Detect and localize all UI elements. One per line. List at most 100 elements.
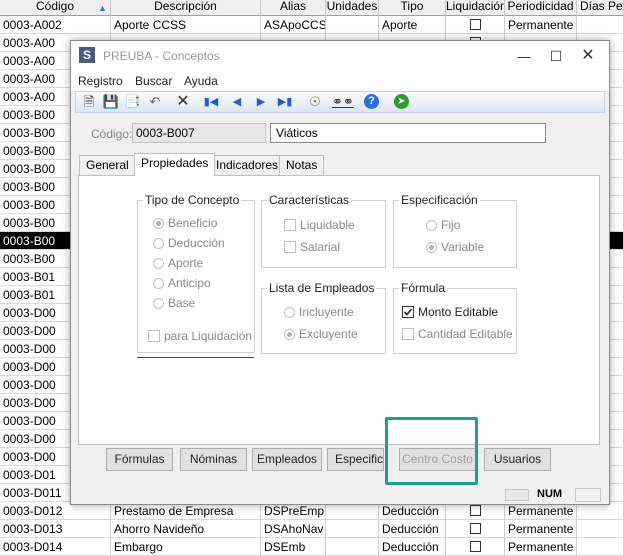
empleados-button[interactable]: Empleados <box>252 448 322 471</box>
column-header-label: Código <box>35 0 75 13</box>
table-row[interactable]: 0003-A002Aporte CCSSASApoCCSS Aporte Perma… <box>0 16 624 34</box>
title-bar[interactable]: S PREUBA - Conceptos — ☐ ✕ <box>71 41 609 71</box>
checkbox-liquidable[interactable]: Liquidable <box>284 218 355 232</box>
alias-cell: DSAhoNav <box>261 520 326 538</box>
radio-excluyente[interactable]: Excluyente <box>284 327 358 341</box>
radio-label: Deducción <box>168 236 225 250</box>
radio-selected-icon <box>426 242 437 253</box>
hierarchy-icon[interactable]: ☉ <box>306 94 324 110</box>
checkbox-icon <box>148 330 160 342</box>
column-header-liquidacion[interactable]: Liquidación <box>446 0 505 16</box>
new-document-icon[interactable]: 🗎 <box>80 94 98 110</box>
caracteristicas-group: Características Liquidable Salarial <box>261 193 386 268</box>
radio-label: Base <box>168 296 196 310</box>
checkbox-salarial[interactable]: Salarial <box>284 240 340 254</box>
checkbox-monto-editable[interactable]: Monto Editable <box>402 305 498 319</box>
empty-cell <box>326 520 379 538</box>
highlight-box <box>385 417 478 485</box>
tipo-cell: Aporte <box>379 16 446 34</box>
code-cell: 0003-D014 <box>0 538 111 556</box>
tipo-concepto-group: Tipo de Concepto Beneficio Deducción Apo… <box>137 193 255 353</box>
radio-label: Beneficio <box>168 216 218 230</box>
group-divider <box>137 357 254 358</box>
tab-notas[interactable]: Notas <box>279 155 325 175</box>
codigo-field[interactable]: 0003-B007 <box>132 123 266 143</box>
liquidacion-checkbox[interactable] <box>470 541 481 552</box>
desc-cell: Aporte CCSS <box>111 16 261 34</box>
radio-icon <box>153 258 164 269</box>
radio-label: Excluyente <box>299 327 358 341</box>
save-copy-icon[interactable]: 📑 <box>124 94 142 110</box>
close-icon[interactable]: ✕ <box>573 45 603 67</box>
status-caps-indicator <box>505 489 529 501</box>
maximize-icon[interactable]: ☐ <box>541 45 571 67</box>
tipo-concepto-legend: Tipo de Concepto <box>143 193 242 207</box>
previous-record-icon[interactable]: ◀ <box>228 94 246 110</box>
menu-ayuda[interactable]: Ayuda <box>184 74 218 88</box>
radio-anticipo[interactable]: Anticipo <box>153 276 211 290</box>
especificar-button[interactable]: Especificar <box>327 448 384 471</box>
usuarios-button[interactable]: Usuarios <box>484 448 551 471</box>
save-icon[interactable]: 💾 <box>102 94 120 110</box>
liquidacion-checkbox[interactable] <box>470 19 481 30</box>
radio-label: Fijo <box>441 218 461 232</box>
checkbox-cantidad-editable[interactable]: Cantidad Editable <box>402 327 513 341</box>
checkbox-label: Cantidad Editable <box>418 327 513 341</box>
delete-icon[interactable]: ✕ <box>174 94 192 110</box>
tipo-cell: Deducción <box>379 520 446 538</box>
checkbox-label: para Liquidación <box>164 329 253 343</box>
next-record-icon[interactable]: ▶ <box>252 94 270 110</box>
checkbox-label: Monto Editable <box>418 305 499 319</box>
liquidacion-checkbox[interactable] <box>470 505 481 516</box>
column-header-tipo[interactable]: Tipo <box>379 0 446 16</box>
formulas-button[interactable]: Fórmulas <box>106 448 173 471</box>
tipo-cell: Deducción <box>379 538 446 556</box>
search-binoculars-icon[interactable]: ⚭⚭ <box>332 94 354 110</box>
table-row[interactable]: 0003-D013 Ahorro Navideño DSAhoNav Deducció… <box>0 520 624 538</box>
undo-icon[interactable]: ↶ <box>146 94 164 110</box>
radio-icon <box>153 238 164 249</box>
column-header-codigo[interactable]: Código ▲ <box>0 0 111 16</box>
radio-selected-icon <box>153 218 164 229</box>
radio-label: Variable <box>441 240 485 254</box>
tab-indicadores[interactable]: Indicadores <box>209 155 286 175</box>
radio-selected-icon <box>284 329 295 340</box>
checkbox-para-liquidacion[interactable]: para Liquidación <box>148 329 252 343</box>
nominas-button[interactable]: Nóminas <box>180 448 247 471</box>
minimize-icon[interactable]: — <box>509 45 539 67</box>
radio-base[interactable]: Base <box>153 296 195 310</box>
last-record-icon[interactable]: ▶▮ <box>276 94 294 110</box>
toolbar: 🗎 💾 📑 ↶ ✕ ▮◀ ◀ ▶ ▶▮ ☉ ⚭⚭ ? ➤ <box>75 91 605 113</box>
period-cell: Permanente <box>505 538 577 556</box>
go-icon[interactable]: ➤ <box>394 94 409 109</box>
menu-buscar[interactable]: Buscar <box>135 74 172 88</box>
status-bar: NUM <box>495 487 605 503</box>
column-header-periodicidad[interactable]: Periodicidad <box>505 0 577 16</box>
column-header-dias-periodo[interactable]: Días Peri <box>577 0 624 16</box>
first-record-icon[interactable]: ▮◀ <box>202 94 220 110</box>
radio-fijo[interactable]: Fijo <box>426 218 460 232</box>
menu-registro[interactable]: Registro <box>78 74 123 88</box>
tab-propiedades[interactable]: Propiedades <box>134 153 216 176</box>
radio-incluyente[interactable]: Incluyente <box>284 305 354 319</box>
radio-icon <box>153 278 164 289</box>
tab-general[interactable]: General <box>79 155 136 175</box>
radio-variable[interactable]: Variable <box>426 240 484 254</box>
alias-cell: ASApoCCSS <box>261 16 326 34</box>
liquidacion-checkbox[interactable] <box>470 523 481 534</box>
help-icon[interactable]: ? <box>364 94 379 109</box>
column-header-descripcion[interactable]: Descripción <box>111 0 261 16</box>
description-field[interactable]: Viáticos <box>270 123 546 143</box>
propiedades-panel: Tipo de Concepto Beneficio Deducción Apo… <box>78 175 600 445</box>
column-header-unidades[interactable]: Unidades <box>326 0 379 16</box>
checkbox-icon <box>402 328 414 340</box>
code-cell: 0003-A002 <box>0 16 111 34</box>
radio-aporte[interactable]: Aporte <box>153 256 203 270</box>
table-row[interactable]: 0003-D014 Embargo DSEmb Deducción Permanente <box>0 538 624 556</box>
menu-bar: Registro Buscar Ayuda <box>71 71 609 91</box>
empty-cell <box>577 16 624 34</box>
radio-beneficio[interactable]: Beneficio <box>153 216 217 230</box>
radio-deduccion[interactable]: Deducción <box>153 236 225 250</box>
empty-cell <box>326 16 379 34</box>
column-header-alias[interactable]: Alias <box>261 0 326 16</box>
